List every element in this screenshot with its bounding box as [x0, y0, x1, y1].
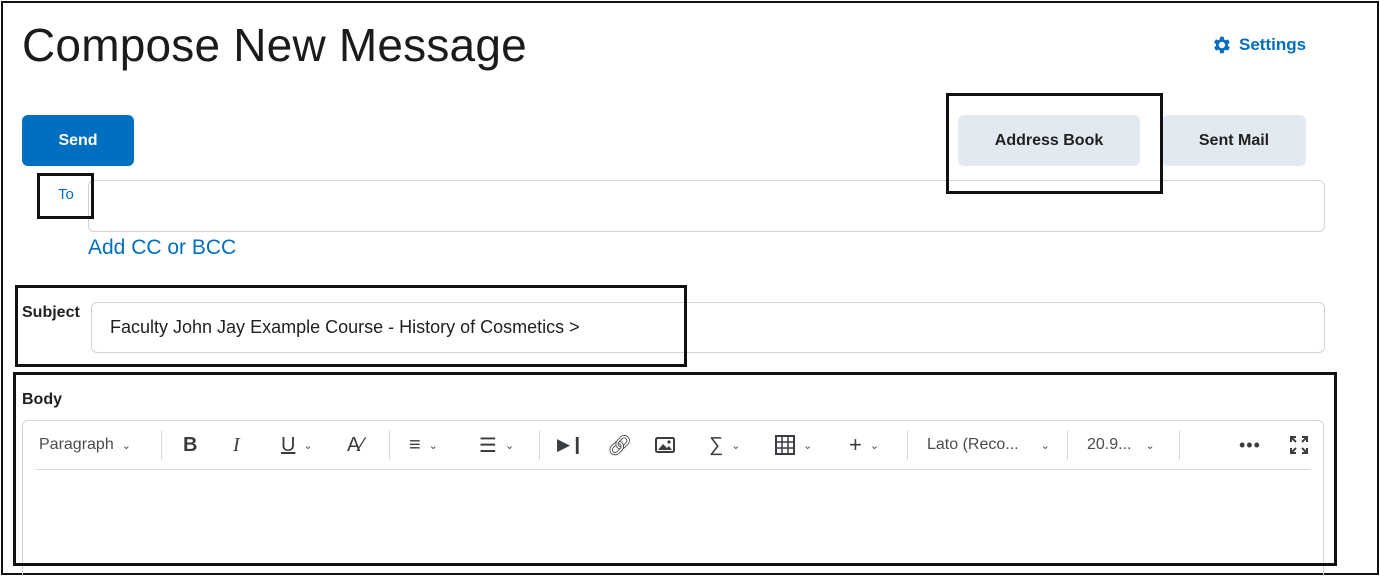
highlight-box-subject [15, 285, 687, 367]
add-cc-bcc-link[interactable]: Add CC or BCC [88, 236, 236, 260]
gear-icon [1214, 36, 1230, 54]
page-title: Compose New Message [22, 19, 527, 71]
highlight-box-to [37, 173, 94, 219]
settings-label[interactable]: Settings [1239, 35, 1306, 55]
sent-mail-button[interactable]: Sent Mail [1162, 115, 1306, 166]
highlight-box-address-book [946, 93, 1163, 194]
settings-link[interactable]: Settings [1210, 34, 1306, 56]
highlight-box-body [13, 372, 1337, 566]
send-button[interactable]: Send [22, 115, 134, 166]
